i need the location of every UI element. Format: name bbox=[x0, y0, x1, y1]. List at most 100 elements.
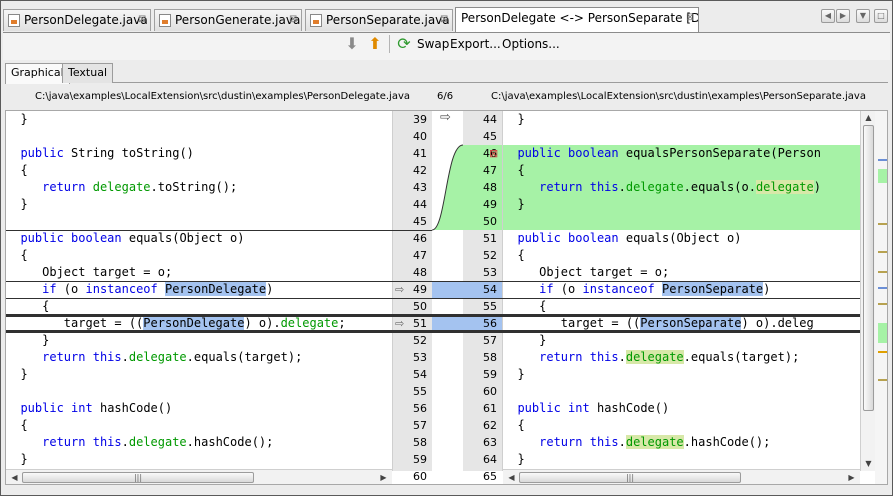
code-line: { bbox=[6, 299, 50, 313]
line-number: 43 bbox=[413, 181, 427, 194]
error-stripe[interactable] bbox=[875, 111, 887, 484]
code-line: { bbox=[503, 299, 547, 313]
right-file-path: C:\java\examples\LocalExtension\src\dust… bbox=[491, 91, 866, 102]
line-number: 57 bbox=[413, 419, 427, 432]
line-number: 48 bbox=[413, 266, 427, 279]
line-number: 59 bbox=[483, 368, 497, 381]
warning-mark[interactable] bbox=[878, 271, 887, 273]
tab-diff[interactable]: PersonDelegate <-> PersonSeparate [Diff]… bbox=[455, 7, 699, 32]
options-button[interactable]: Options... bbox=[502, 35, 560, 53]
scroll-up-icon[interactable]: ▲ bbox=[862, 111, 875, 124]
added-mark[interactable] bbox=[878, 169, 887, 183]
code-line: } bbox=[6, 367, 28, 381]
close-icon[interactable]: ⊠ bbox=[440, 10, 448, 30]
line-number: 55 bbox=[483, 300, 497, 313]
code-line: Object target = o; bbox=[539, 265, 670, 279]
change-mark[interactable] bbox=[878, 287, 887, 289]
line-number: 42 bbox=[413, 164, 427, 177]
tab-person-separate[interactable]: PersonSeparate.java ⊠ bbox=[305, 9, 453, 31]
line-number: 41 bbox=[413, 147, 427, 160]
diff-connector: ⇨ bbox=[432, 111, 463, 471]
code-line: } bbox=[6, 197, 28, 211]
previous-difference-icon[interactable]: ⬆ bbox=[366, 35, 384, 53]
scrollbar-thumb[interactable]: ||| bbox=[22, 472, 254, 483]
line-number: 63 bbox=[483, 436, 497, 449]
warning-mark[interactable] bbox=[878, 223, 887, 225]
tab-list-dropdown-icon[interactable]: ▼ bbox=[856, 9, 870, 23]
line-number: 44 bbox=[483, 113, 497, 126]
line-number: 40 bbox=[413, 130, 427, 143]
file-path-bar: C:\java\examples\LocalExtension\src\dust… bbox=[5, 88, 888, 106]
warning-mark[interactable] bbox=[878, 351, 887, 353]
apply-change-icon[interactable]: ⇨ bbox=[395, 281, 404, 298]
maximize-window-icon[interactable]: □ bbox=[874, 9, 888, 23]
scrollbar-thumb[interactable] bbox=[863, 125, 874, 411]
warning-mark[interactable] bbox=[878, 251, 887, 253]
code-line: } bbox=[6, 452, 28, 466]
code-line: } bbox=[503, 112, 525, 126]
current-diff-line bbox=[6, 330, 860, 333]
scrollbar-thumb[interactable]: ||| bbox=[519, 472, 741, 483]
warning-mark[interactable] bbox=[878, 379, 887, 381]
code-line: { bbox=[6, 418, 28, 432]
line-number: 45 bbox=[483, 130, 497, 143]
next-difference-icon[interactable]: ⬇ bbox=[343, 35, 361, 53]
tab-graphical[interactable]: Graphical bbox=[5, 63, 70, 84]
left-source-pane[interactable]: } public String toString() { return dele… bbox=[6, 111, 392, 471]
scroll-right-icon[interactable]: ▶ bbox=[377, 471, 390, 484]
export-button[interactable]: Export... bbox=[450, 35, 501, 53]
code-line: public boolean equals(Object o) bbox=[517, 231, 742, 245]
code-line: { bbox=[503, 248, 525, 262]
close-icon[interactable]: ⊠ bbox=[289, 10, 297, 30]
code-line: public boolean equalsPersonSeparate(Pers… bbox=[503, 145, 860, 162]
code-line: return this.delegate.equals(target); bbox=[42, 350, 303, 364]
apply-all-icon[interactable]: ⇨ bbox=[440, 111, 451, 125]
line-number: 47 bbox=[483, 164, 497, 177]
warning-mark[interactable] bbox=[878, 303, 887, 305]
line-number: ⊠ 46 bbox=[483, 145, 499, 162]
scroll-left-icon[interactable]: ◀ bbox=[8, 471, 21, 484]
code-line: } bbox=[503, 452, 525, 466]
scroll-tabs-right-icon[interactable]: ▶ bbox=[836, 9, 850, 23]
scroll-right-icon[interactable]: ▶ bbox=[845, 471, 858, 484]
code-line: return delegate.toString(); bbox=[42, 180, 238, 194]
line-number: 48 bbox=[483, 181, 497, 194]
right-line-numbers: 44 45 ⊠ 46 47 48 49 50 51 52 53 54 55 56 57 58 59 60 61 62 6… bbox=[463, 111, 503, 483]
line-number: 58 bbox=[413, 436, 427, 449]
line-number: 64 bbox=[483, 453, 497, 466]
remove-block-icon[interactable]: ⊠ bbox=[489, 145, 498, 162]
tab-person-delegate[interactable]: PersonDelegate.java ⊠ bbox=[3, 9, 151, 31]
code-line: { bbox=[503, 418, 525, 432]
vertical-scrollbar[interactable]: ▲ ▼ bbox=[860, 111, 875, 471]
swap-icon[interactable]: ⟳ bbox=[395, 35, 413, 53]
diff-window: PersonDelegate.java ⊠ PersonGenerate.jav… bbox=[0, 0, 893, 496]
code-line: } bbox=[503, 196, 860, 213]
line-number: 46 bbox=[413, 232, 427, 245]
scroll-down-icon[interactable]: ▼ bbox=[862, 457, 875, 470]
line-number: 53 bbox=[483, 266, 497, 279]
line-number: ⇨ 49 bbox=[395, 281, 427, 298]
code-line: return this.delegate.equals(target); bbox=[539, 350, 800, 364]
tab-textual[interactable]: Textual bbox=[62, 63, 114, 83]
change-mark[interactable] bbox=[878, 159, 887, 161]
right-horizontal-scrollbar[interactable]: ◀ ||| ▶ bbox=[503, 469, 860, 484]
diff-boundary-line bbox=[6, 230, 432, 231]
close-icon[interactable]: ⊠ bbox=[138, 10, 146, 30]
line-number: 54 bbox=[483, 283, 497, 296]
scroll-tabs-left-icon[interactable]: ◀ bbox=[821, 9, 835, 23]
tab-person-generate[interactable]: PersonGenerate.java ⊠ bbox=[154, 9, 302, 31]
line-number: 44 bbox=[413, 198, 427, 211]
close-icon[interactable]: ⊠ bbox=[686, 8, 694, 28]
added-mark[interactable] bbox=[878, 323, 887, 343]
scroll-left-icon[interactable]: ◀ bbox=[505, 471, 518, 484]
swap-button[interactable]: Swap bbox=[417, 35, 449, 53]
right-source-pane[interactable]: } public boolean equalsPersonSeparate(Pe… bbox=[503, 111, 860, 471]
left-horizontal-scrollbar[interactable]: ◀ ||| ▶ bbox=[6, 469, 392, 484]
added-block-connector bbox=[432, 145, 463, 230]
line-number: 47 bbox=[413, 249, 427, 262]
code-line: public int hashCode() bbox=[20, 401, 173, 415]
line-number: 61 bbox=[483, 402, 497, 415]
